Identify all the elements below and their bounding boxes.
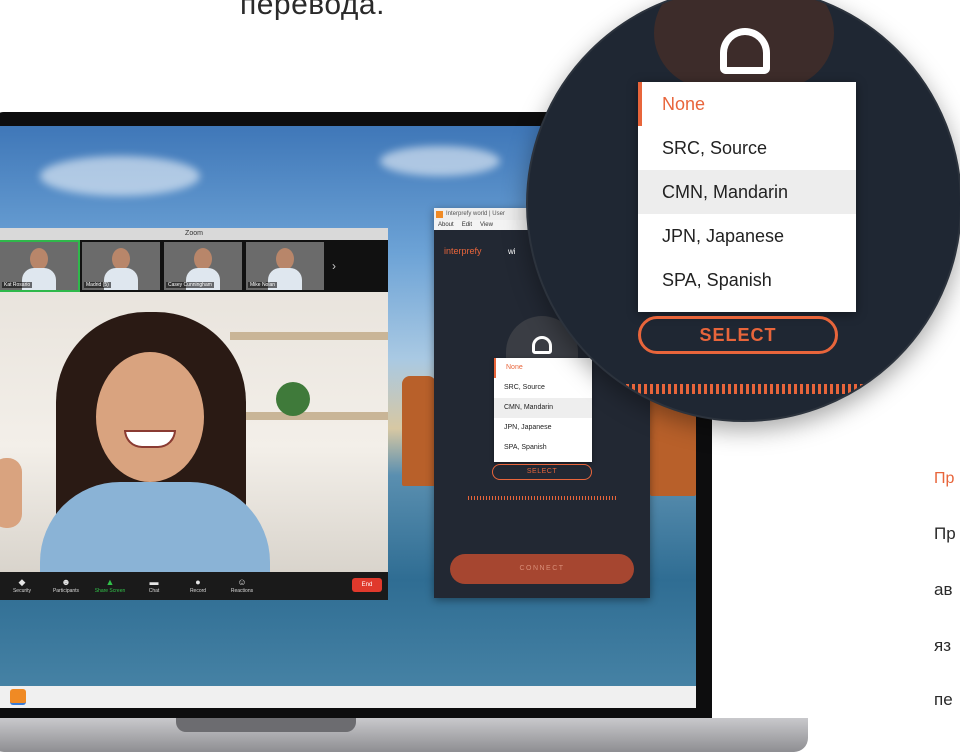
menu-about[interactable]: About xyxy=(438,220,454,230)
laptop-base xyxy=(0,718,808,752)
language-dropdown-zoomed[interactable]: None SRC, Source CMN, Mandarin JPN, Japa… xyxy=(638,82,856,312)
zoom-title: Zoom xyxy=(0,228,388,240)
laptop-notch xyxy=(176,718,356,732)
language-option[interactable]: None xyxy=(638,82,856,126)
magnifier-lens: None SRC, Source CMN, Mandarin JPN, Japa… xyxy=(526,0,960,422)
cloud xyxy=(380,146,500,176)
plant xyxy=(276,382,310,416)
tool-label: Security xyxy=(12,588,32,594)
heading-fragment: перевода. xyxy=(240,0,385,21)
text-line-fragment: ав xyxy=(934,580,953,599)
zoom-window[interactable]: Zoom Kat Rosario Madrid (5) Casey Cunnin… xyxy=(0,228,388,600)
language-option[interactable]: SPA, Spanish xyxy=(638,258,856,302)
language-option[interactable]: SPA, Spanish xyxy=(494,438,592,458)
shelf xyxy=(230,412,388,420)
shelf xyxy=(230,332,388,340)
participant-caption: Casey Cunningham xyxy=(166,282,214,288)
section-title-fragment: Пр xyxy=(934,470,955,487)
language-dropdown[interactable]: None SRC, Source CMN, Mandarin JPN, Japa… xyxy=(494,358,592,462)
menu-edit[interactable]: Edit xyxy=(462,220,472,230)
share-icon: ▲ xyxy=(105,577,115,587)
people-icon: ☻ xyxy=(61,577,71,587)
zoom-toolbar: ◆ Security ☻ Participants ▲ Share Screen ▬ C… xyxy=(0,572,388,600)
language-option[interactable]: SRC, Source xyxy=(638,126,856,170)
tool-label: Participants xyxy=(52,588,80,594)
language-option[interactable]: None xyxy=(494,358,592,378)
headphones-icon xyxy=(720,28,770,74)
tool-label: Record xyxy=(189,588,207,594)
share-screen-button[interactable]: ▲ Share Screen xyxy=(88,577,132,595)
text-line-fragment: Пр xyxy=(934,524,956,543)
participant-face xyxy=(30,248,48,270)
participant-thumbnail[interactable]: Madrid (5) xyxy=(82,242,160,290)
participant-thumbnail[interactable]: Casey Cunningham xyxy=(164,242,242,290)
window-title: Interprefy world | User xyxy=(446,211,505,217)
participants-button[interactable]: ☻ Participants xyxy=(44,577,88,595)
participant-face xyxy=(194,248,212,270)
brand-name: interprefy xyxy=(444,246,482,256)
chat-icon: ▬ xyxy=(149,577,159,587)
text-line-fragment: пе xyxy=(934,690,953,709)
menu-view[interactable]: View xyxy=(480,220,493,230)
chevron-right-icon[interactable]: › xyxy=(332,242,336,292)
person-face xyxy=(96,352,204,482)
main-video xyxy=(0,292,388,572)
smiley-icon: ☺ xyxy=(237,577,247,587)
language-option[interactable]: SRC, Source xyxy=(494,378,592,398)
record-icon: ● xyxy=(195,577,201,587)
waving-hand xyxy=(0,458,22,528)
shield-icon: ◆ xyxy=(18,577,26,587)
participant-thumbnail[interactable]: Mike Nolan xyxy=(246,242,324,290)
participant-face xyxy=(112,248,130,270)
participant-caption: Madrid (5) xyxy=(84,282,111,288)
record-button[interactable]: ● Record xyxy=(176,577,220,595)
tool-label: Reactions xyxy=(230,588,254,594)
chat-button[interactable]: ▬ Chat xyxy=(132,577,176,595)
participant-thumbnail[interactable]: Kat Rosario xyxy=(0,240,80,292)
participant-caption: Kat Rosario xyxy=(2,282,33,288)
audio-level-meter xyxy=(614,384,960,394)
taskbar xyxy=(0,686,696,708)
interprefy-logo-icon xyxy=(436,211,443,218)
sea-rock xyxy=(402,376,436,486)
language-option[interactable]: JPN, Japanese xyxy=(638,214,856,258)
language-option[interactable]: CMN, Mandarin xyxy=(638,170,856,214)
language-option[interactable]: CMN, Mandarin xyxy=(494,398,592,418)
interprefy-taskbar-icon[interactable] xyxy=(10,689,26,705)
cloud xyxy=(40,156,200,196)
brand-suffix: wi xyxy=(508,247,516,256)
headphones-avatar xyxy=(654,0,834,88)
audio-level-meter xyxy=(468,496,618,500)
end-meeting-button[interactable]: End xyxy=(352,578,382,592)
thumbnail-strip: Kat Rosario Madrid (5) Casey Cunningham … xyxy=(0,240,388,292)
reactions-button[interactable]: ☺ Reactions xyxy=(220,577,264,595)
security-button[interactable]: ◆ Security xyxy=(0,577,44,595)
participant-caption: Mike Nolan xyxy=(248,282,278,288)
text-line-fragment: яз xyxy=(934,636,951,655)
select-button-zoomed[interactable]: SELECT xyxy=(638,316,838,354)
connect-button[interactable]: CONNECT xyxy=(450,554,634,584)
tool-label: Share Screen xyxy=(94,588,126,594)
participant-face xyxy=(276,248,294,270)
tool-label: Chat xyxy=(148,588,160,594)
select-button[interactable]: SELECT xyxy=(492,464,592,480)
language-option[interactable]: JPN, Japanese xyxy=(494,418,592,438)
headphones-icon xyxy=(532,336,552,354)
person-shirt xyxy=(40,482,270,572)
